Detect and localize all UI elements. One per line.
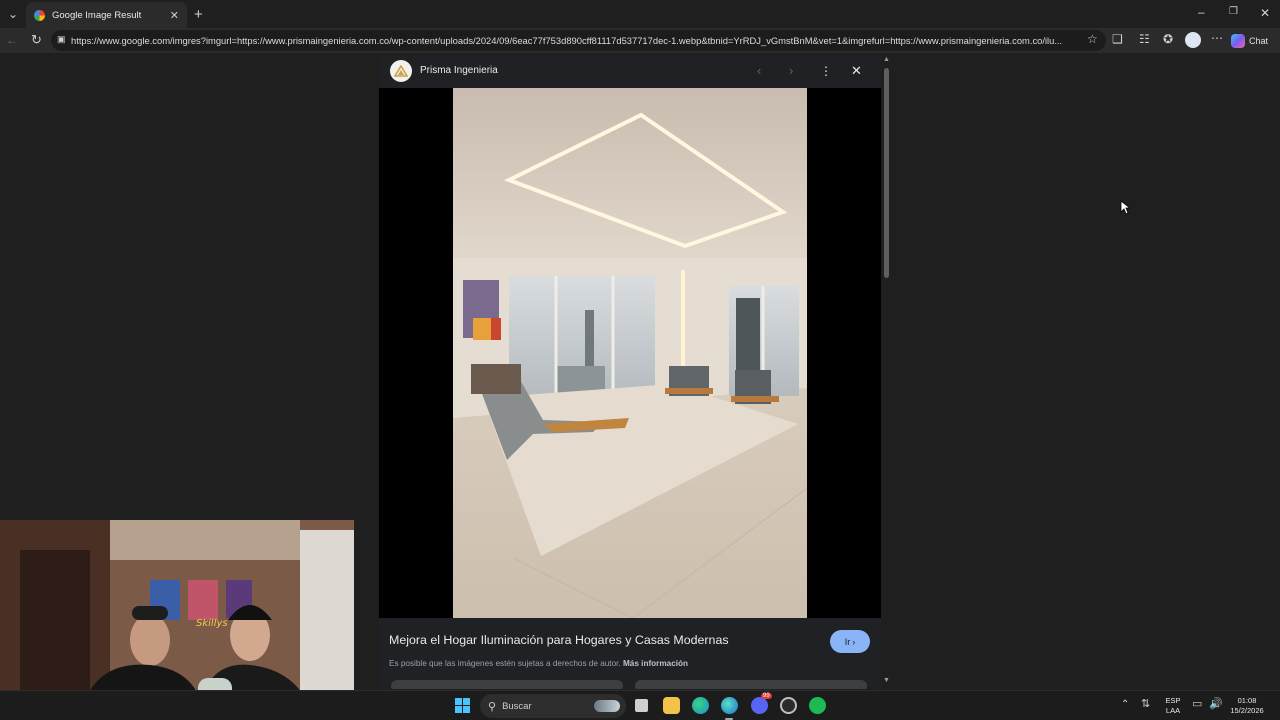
more-options-icon[interactable]: ⋮ [820, 64, 832, 78]
task-view-icon[interactable] [635, 699, 648, 712]
copyright-text: Es posible que las imágenes estén sujeta… [389, 659, 621, 668]
clock-time: 01:08 [1237, 696, 1257, 705]
discord-icon[interactable] [751, 697, 768, 714]
viewer-header: Prisma Ingenieria ‹ › ⋮ ✕ [379, 56, 881, 88]
chevron-right-icon: › [852, 636, 856, 647]
extensions-icon[interactable]: ❑ [1112, 33, 1123, 45]
minimize-icon[interactable]: – [1198, 6, 1205, 18]
image-viewer-panel: Prisma Ingenieria ‹ › ⋮ ✕ Mejora el Hoga… [379, 56, 881, 689]
close-window-icon[interactable]: ✕ [1260, 7, 1270, 19]
search-highlight-icon [594, 700, 620, 712]
prev-arrow-icon[interactable]: ‹ [757, 63, 761, 78]
url-text: https://www.google.com/imgres?imgurl=htt… [71, 35, 1063, 46]
visit-label: Ir [844, 636, 851, 647]
image-preview-area [379, 88, 881, 634]
restore-icon[interactable]: ❐ [1229, 7, 1238, 17]
image-info: Mejora el Hogar Iluminación para Hogares… [379, 618, 881, 689]
google-favicon-icon [34, 9, 45, 21]
site-logo-icon[interactable] [390, 60, 412, 82]
chevron-up-icon[interactable]: ⌃ [1121, 700, 1129, 710]
scroll-thumb[interactable] [884, 68, 889, 278]
site-name[interactable]: Prisma Ingenieria [420, 65, 498, 76]
search-placeholder: Buscar [502, 700, 532, 712]
clock-date: 15/2/2026 [1230, 706, 1264, 715]
favorites-icon[interactable]: ✪ [1163, 33, 1173, 45]
spotify-icon[interactable] [809, 697, 826, 714]
copilot-icon [1231, 33, 1245, 48]
next-arrow-icon[interactable]: › [789, 63, 793, 78]
clock[interactable]: 01:08 15/2/2026 [1226, 696, 1268, 716]
share-button[interactable] [391, 680, 623, 689]
image-title[interactable]: Mejora el Hogar Iluminación para Hogares… [389, 633, 729, 647]
close-tab-icon[interactable]: ✕ [170, 9, 179, 22]
visit-button[interactable]: Ir › [830, 630, 870, 653]
favorite-star-icon[interactable]: ☆ [1087, 33, 1098, 45]
search-icon: ⚲ [488, 700, 497, 713]
viewer-scrollbar[interactable]: ▲ ▼ [881, 56, 891, 689]
network-icon[interactable]: ⇅ [1141, 699, 1150, 710]
edge-icon[interactable] [692, 697, 709, 714]
tab-title: Google Image Result [52, 9, 142, 21]
lang-top: ESP [1165, 696, 1181, 705]
windows-start-icon[interactable] [455, 698, 470, 713]
scroll-up-icon[interactable]: ▲ [883, 56, 890, 63]
github-icon[interactable] [780, 697, 797, 714]
taskbar-search[interactable]: ⚲ Buscar [480, 694, 626, 718]
volume-icon[interactable]: 🔊 [1209, 699, 1223, 710]
copilot-chat-button[interactable]: Chat [1231, 31, 1275, 50]
discord-badge: 99 [761, 693, 772, 699]
close-viewer-icon[interactable]: ✕ [851, 63, 862, 79]
edge-dev-icon[interactable] [721, 697, 738, 714]
svg-text:Skillys: Skillys [196, 618, 228, 629]
tab-list-icon[interactable]: ⌄ [8, 8, 18, 20]
room-photo[interactable] [453, 88, 807, 618]
chat-label: Chat [1249, 35, 1269, 46]
tab-bar: ⌄ Google Image Result ✕ + – ❐ ✕ [0, 0, 1280, 28]
scroll-down-icon[interactable]: ▼ [883, 677, 890, 684]
more-info-link[interactable]: Más información [623, 659, 688, 668]
reload-icon[interactable]: ↻ [31, 33, 42, 46]
profile-avatar[interactable] [1185, 32, 1201, 48]
site-info-icon[interactable]: ▣ [57, 35, 66, 44]
file-explorer-icon[interactable] [663, 697, 680, 714]
address-bar[interactable]: ▣ https://www.google.com/imgres?imgurl=h… [51, 30, 1106, 51]
sidebar-icon[interactable]: ☷ [1139, 33, 1150, 45]
tab-google-image-result[interactable]: Google Image Result ✕ [26, 2, 187, 28]
save-button[interactable] [635, 680, 867, 689]
language-indicator[interactable]: ESP LAA [1163, 696, 1183, 716]
lang-bottom: LAA [1165, 706, 1181, 715]
mouse-cursor-icon [1120, 200, 1130, 215]
browser-toolbar: ← ↻ ▣ https://www.google.com/imgres?imgu… [0, 28, 1280, 53]
back-icon[interactable]: ← [6, 34, 18, 46]
copyright-notice: Es posible que las imágenes estén sujeta… [389, 659, 688, 668]
more-icon[interactable]: ⋯ [1211, 32, 1223, 44]
new-tab-icon[interactable]: + [194, 7, 203, 22]
windows-taskbar: ⚲ Buscar 99 ⌃ ⇅ ESP LAA ▭ 🔊 01:08 15/2/2… [0, 690, 1280, 720]
display-icon[interactable]: ▭ [1192, 699, 1202, 710]
